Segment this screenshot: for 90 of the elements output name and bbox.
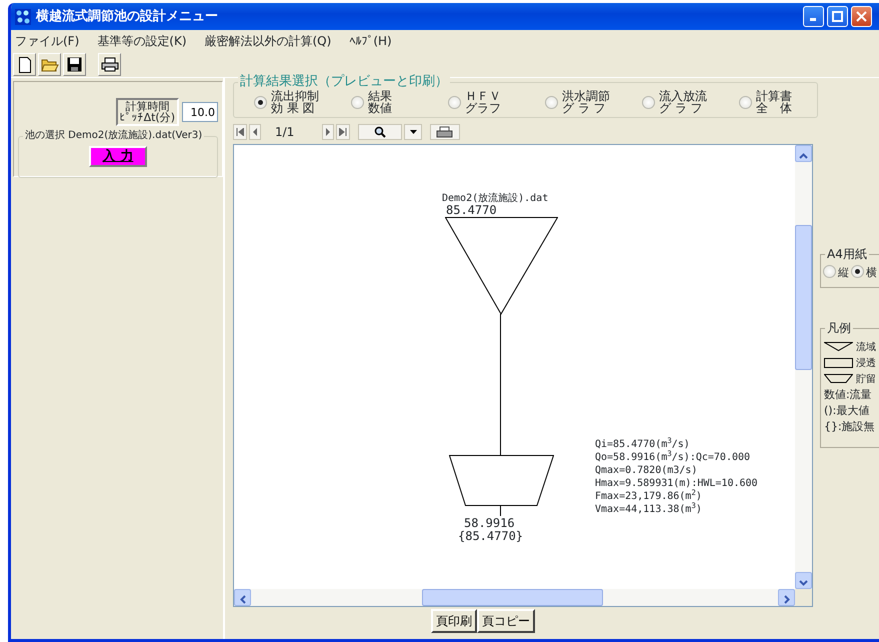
save-button[interactable] (63, 53, 86, 76)
app-icon (15, 8, 31, 24)
radio-label[interactable]: ＨＦＶ グラフ (465, 90, 501, 114)
first-page-button[interactable] (233, 124, 247, 140)
open-folder-button[interactable] (38, 53, 61, 76)
radio-label[interactable]: 計算書 全 体 (756, 90, 792, 114)
radio-button[interactable] (642, 96, 655, 108)
close-icon (856, 11, 867, 22)
rectangle-symbol-icon (824, 358, 853, 368)
no-facility-value: {85.4770} (458, 530, 524, 543)
legend-label: 浸透 (856, 356, 876, 370)
radio-label[interactable]: 縦 (838, 265, 849, 282)
window-title: 横越流式調節池の設計メニュー (36, 8, 218, 26)
legend-label: {}:施設無 (824, 418, 875, 435)
triangle-symbol-icon (824, 342, 853, 352)
outflow-line (500, 506, 501, 516)
horizontal-scrollbar[interactable] (234, 589, 795, 606)
first-page-icon (236, 128, 244, 136)
caret-icon (410, 130, 417, 134)
radio-label[interactable]: 洪水調節 グ ラ フ (562, 90, 610, 114)
minimize-button[interactable] (803, 6, 824, 27)
new-file-icon (18, 56, 32, 72)
print-button[interactable] (430, 124, 460, 140)
result-line: Qmax=0.7820(m3/s) (595, 464, 698, 477)
radio-button[interactable] (351, 96, 364, 108)
magnifier-icon (374, 126, 386, 138)
vertical-scrollbar[interactable] (795, 145, 812, 589)
group-title: 計算結果選択（プレビューと印刷） (238, 75, 450, 89)
legend-label: 数値:流量 (824, 386, 872, 403)
radio-label[interactable]: 流入放流 グ ラ フ (659, 90, 707, 114)
previous-page-button[interactable] (249, 124, 261, 140)
next-page-button[interactable] (322, 124, 334, 140)
last-page-button[interactable] (336, 124, 350, 140)
result-line: Hmax=9.589931(m):HWL=10.600 (595, 477, 758, 489)
scroll-down-icon (799, 580, 808, 586)
radio-label[interactable]: 結果 数値 (368, 90, 392, 114)
save-icon (67, 57, 82, 72)
scroll-left-button[interactable] (234, 589, 251, 606)
radio-button[interactable] (254, 96, 267, 108)
outflow-value: 58.9916 (464, 517, 515, 530)
radio-button[interactable] (448, 96, 461, 108)
close-button[interactable] (851, 6, 872, 27)
scroll-right-icon (784, 595, 790, 604)
radio-button[interactable] (851, 265, 864, 278)
radio-label[interactable]: 横 (866, 265, 877, 282)
inflow-value: 85.4770 (446, 204, 497, 217)
print-page-button[interactable]: 頁印刷 (431, 609, 477, 633)
result-line: Qi=85.4770(m$^{3}$/s) (595, 438, 691, 450)
copy-page-button[interactable]: 頁コピー (477, 609, 535, 633)
last-page-icon (339, 128, 348, 136)
file-name-label: Demo2(放流施設).dat (442, 192, 548, 205)
scrollbar-corner (795, 589, 812, 606)
radio-button[interactable] (545, 96, 558, 108)
radio-label[interactable]: 流出抑制 効 果 図 (271, 90, 319, 114)
scroll-right-button[interactable] (778, 589, 795, 606)
page-indicator: 1/1 (275, 124, 294, 141)
print-icon (436, 126, 454, 138)
legend-label: ():最大値 (824, 402, 870, 419)
previous-page-icon (252, 128, 258, 136)
scroll-up-button[interactable] (795, 145, 812, 162)
zoom-button[interactable] (358, 124, 402, 140)
result-line: Vmax=44,113.38(m$^{3}$) (595, 503, 703, 516)
time-pitch-label: 計算時間 ﾋﾟｯﾁΔt(分) (116, 98, 179, 126)
new-file-button[interactable] (13, 53, 36, 76)
radio-button[interactable] (823, 265, 836, 278)
scroll-left-icon (240, 595, 246, 604)
menu-item[interactable]: 基準等の設定(K) (97, 32, 186, 50)
result-line: Qo=58.9916(m$^{3}$/s):Qc=70.000 (595, 451, 752, 464)
scroll-thumb[interactable] (422, 589, 603, 606)
group-title: 凡例 (825, 321, 853, 335)
scroll-up-icon (799, 152, 808, 159)
dropdown-button[interactable] (404, 124, 422, 140)
menu-item[interactable]: ﾍﾙﾌﾟ(H) (349, 32, 392, 50)
scroll-down-button[interactable] (795, 572, 812, 589)
result-line: Fmax=23,179.86(m$^{2}$) (595, 490, 703, 502)
print-icon (100, 57, 118, 72)
input-button[interactable]: 入 力 (88, 146, 148, 167)
trapezoid-symbol-icon (824, 374, 853, 384)
open-folder-icon (40, 57, 58, 72)
menu-item[interactable]: 厳密解法以外の計算(Q) (204, 32, 332, 50)
maximize-icon (832, 11, 843, 22)
group-title: A4用紙 (825, 247, 869, 261)
menu-item[interactable]: ファイル(F) (15, 32, 80, 50)
radio-button[interactable] (739, 96, 752, 108)
legend-label: 流域 (856, 340, 876, 354)
next-page-icon (325, 128, 332, 136)
maximize-button[interactable] (827, 6, 848, 27)
time-pitch-field[interactable]: 10.0 (182, 102, 218, 122)
scroll-thumb[interactable] (795, 225, 812, 370)
legend-label: 貯留 (856, 372, 876, 386)
